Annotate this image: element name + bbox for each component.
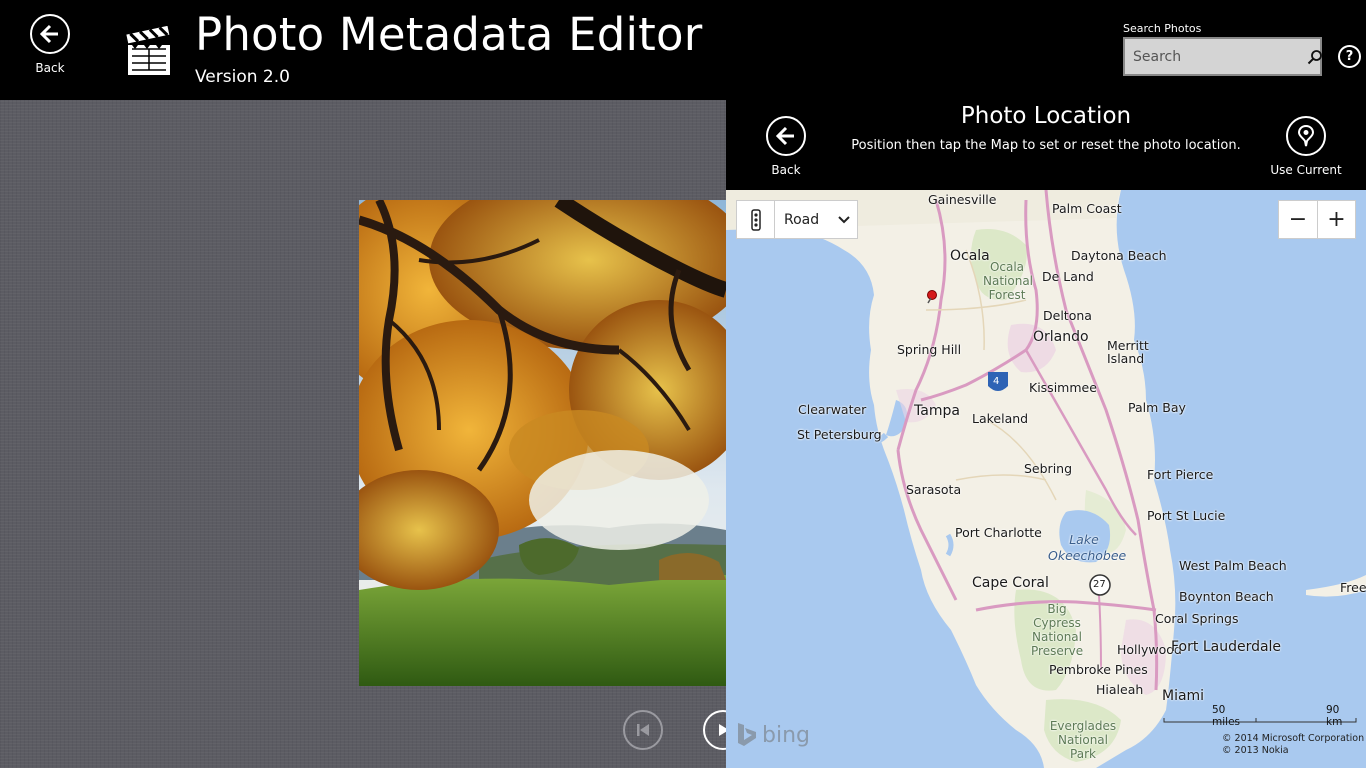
map-label-deland: De Land bbox=[1042, 269, 1094, 284]
map-label-freeport: Freep bbox=[1340, 580, 1366, 595]
copyright-nokia: © 2013 Nokia bbox=[1222, 745, 1289, 756]
map-style-control: Road bbox=[736, 200, 858, 239]
scale-miles: 50 miles bbox=[1212, 704, 1240, 728]
photo-preview[interactable] bbox=[359, 200, 726, 686]
previous-photo-button[interactable] bbox=[623, 710, 663, 750]
map-label-deltona: Deltona bbox=[1043, 308, 1092, 323]
map-label-fort-lauderdale: Fort Lauderdale bbox=[1171, 639, 1282, 655]
map-label-hialeah: Hialeah bbox=[1096, 682, 1144, 697]
photo-viewer-background bbox=[0, 100, 743, 768]
zoom-in-button[interactable]: + bbox=[1317, 201, 1355, 238]
location-map[interactable]: Gainesville Palm Coast Ocala Ocala Natio… bbox=[726, 190, 1366, 768]
map-label-fort-pierce: Fort Pierce bbox=[1147, 467, 1214, 482]
map-label-pembroke-pines: Pembroke Pines bbox=[1049, 662, 1148, 677]
us27-shield-label: 27 bbox=[1093, 579, 1106, 590]
app-header: Back Photo Metadata Editor Version 2.0 S… bbox=[0, 0, 1366, 100]
map-label-merritt: Merritt Island bbox=[1107, 338, 1149, 366]
map-label-lakeland: Lakeland bbox=[972, 411, 1029, 426]
use-current-location-button[interactable]: Use Current bbox=[1266, 116, 1346, 177]
traffic-light-icon bbox=[750, 208, 761, 231]
help-button[interactable]: ? bbox=[1338, 45, 1361, 68]
photo-location-header: Back Photo Location Position then tap th… bbox=[726, 100, 1366, 190]
map-label-big-cypress: Big Cypress National Preserve bbox=[1031, 602, 1084, 658]
map-label-boynton-beach: Boynton Beach bbox=[1179, 589, 1274, 604]
flyout-back-label: Back bbox=[771, 163, 801, 177]
map-label-lake-okeechobee: Lake Okeechobee bbox=[1048, 532, 1127, 563]
copyright-microsoft: © 2014 Microsoft Corporation bbox=[1222, 733, 1365, 744]
search-icon[interactable] bbox=[1307, 39, 1323, 74]
bing-icon bbox=[738, 723, 756, 746]
bing-wordmark: bing bbox=[762, 722, 810, 748]
zoom-out-button[interactable]: − bbox=[1279, 201, 1317, 238]
map-copyright: © 2014 Microsoft Corporation © 2013 Noki… bbox=[1222, 733, 1364, 757]
map-label-daytona: Daytona Beach bbox=[1071, 248, 1167, 263]
zoom-control: − + bbox=[1278, 200, 1356, 239]
map-label-coral-springs: Coral Springs bbox=[1155, 611, 1239, 626]
map-label-cape-coral: Cape Coral bbox=[972, 575, 1049, 591]
map-label-tampa: Tampa bbox=[914, 403, 960, 419]
app-title: Photo Metadata Editor bbox=[195, 8, 703, 61]
map-label-kissimmee: Kissimmee bbox=[1029, 380, 1097, 395]
map-style-dropdown[interactable]: Road bbox=[775, 201, 857, 238]
map-label-miami: Miami bbox=[1162, 688, 1205, 704]
clapperboard-icon bbox=[126, 26, 170, 75]
map-style-value: Road bbox=[784, 211, 820, 228]
map-label-sarasota: Sarasota bbox=[906, 482, 962, 497]
map-label-west-palm-beach: West Palm Beach bbox=[1179, 558, 1287, 573]
map-label-port-charlotte: Port Charlotte bbox=[955, 525, 1042, 540]
app-version: Version 2.0 bbox=[195, 67, 290, 87]
search-label: Search Photos bbox=[1123, 22, 1202, 35]
map-label-everglades: Everglades National Park bbox=[1049, 719, 1117, 761]
map-label-palm-bay: Palm Bay bbox=[1128, 400, 1186, 415]
map-label-ocala-nf: Ocala National Forest bbox=[983, 260, 1034, 302]
traffic-layer-button[interactable] bbox=[737, 201, 775, 238]
back-arrow-icon bbox=[30, 14, 70, 54]
map-label-clearwater: Clearwater bbox=[798, 402, 867, 417]
map-label-palm-coast: Palm Coast bbox=[1052, 201, 1122, 216]
map-label-sebring: Sebring bbox=[1024, 461, 1073, 476]
location-pin-icon bbox=[1286, 116, 1326, 156]
map-label-gainesville: Gainesville bbox=[928, 192, 997, 207]
map-label-port-st-lucie: Port St Lucie bbox=[1147, 508, 1226, 523]
search-input[interactable] bbox=[1125, 39, 1307, 74]
i4-shield-label: 4 bbox=[993, 376, 1000, 387]
map-label-orlando: Orlando bbox=[1033, 329, 1089, 345]
map-label-st-pete: St Petersburg bbox=[797, 427, 882, 442]
skip-back-icon bbox=[637, 724, 649, 736]
chevron-down-icon bbox=[838, 215, 850, 223]
use-current-label: Use Current bbox=[1270, 163, 1342, 177]
app-back-button[interactable]: Back bbox=[29, 14, 71, 75]
search-box bbox=[1123, 37, 1322, 76]
scale-km: 90 km bbox=[1326, 704, 1343, 728]
app-back-label: Back bbox=[35, 61, 65, 75]
bing-logo: bing bbox=[736, 722, 810, 748]
map-label-spring-hill: Spring Hill bbox=[897, 342, 962, 357]
